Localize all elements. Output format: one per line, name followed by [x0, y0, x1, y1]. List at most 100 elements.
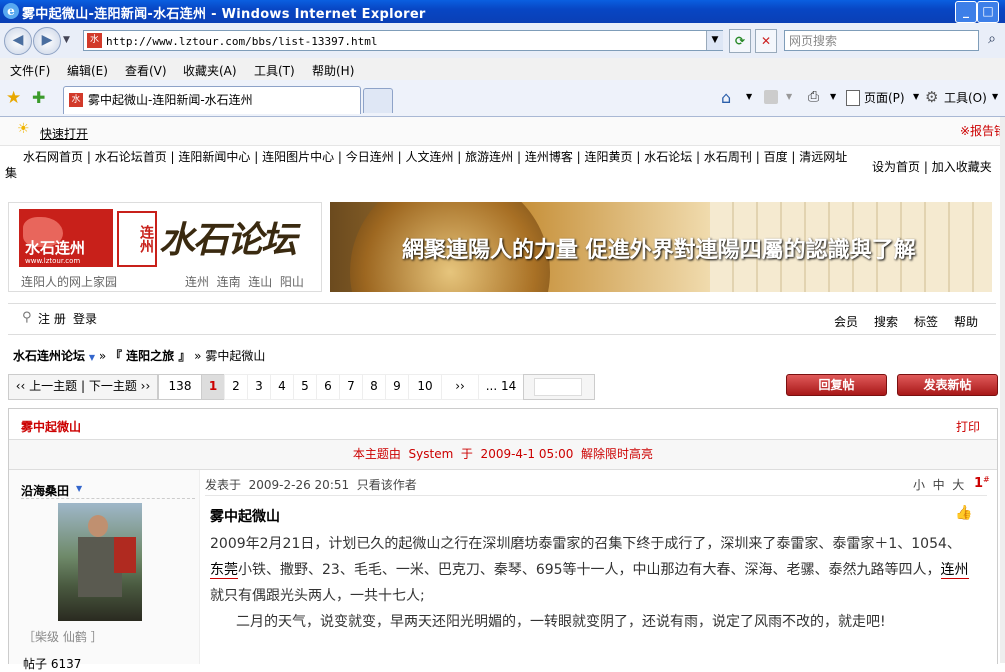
thread-container: 雾中起微山 打印 本主题由 System 于 2009-4-1 05:00 解除… [8, 408, 998, 671]
menu-file[interactable]: 文件(F) [10, 62, 50, 79]
print-icon[interactable]: ⎙ [808, 89, 819, 105]
set-home-link[interactable]: 设为首页 [872, 160, 920, 174]
search-icon[interactable]: ⌕ [982, 31, 1002, 51]
pager-page[interactable]: 4 [270, 374, 294, 400]
nav-sep: | [751, 150, 764, 164]
nav-sep: | [250, 150, 263, 164]
refresh-icon[interactable]: ⟳ [729, 29, 751, 53]
divider [205, 495, 987, 496]
new-post-button[interactable]: 发表新帖 [897, 374, 998, 396]
maximize-button[interactable]: □ [977, 1, 999, 23]
nav-sep: | [393, 150, 406, 164]
thumbs-up-icon[interactable]: 👍 [955, 505, 985, 523]
pager-page[interactable]: 10 [408, 374, 442, 400]
page-dropdown-icon[interactable]: ▼ [913, 92, 919, 101]
author-dropdown-icon[interactable]: ▼ [76, 484, 82, 493]
minimize-button[interactable]: _ [955, 1, 977, 23]
menu-tools[interactable]: 工具(T) [254, 62, 295, 79]
nav-link[interactable]: 清远网址 [799, 150, 847, 164]
nav-link[interactable]: 今日连州 [346, 150, 394, 164]
pager-page[interactable]: 2 [224, 374, 248, 400]
tab-favicon-icon: 水 [69, 93, 83, 107]
author-avatar[interactable] [58, 503, 142, 621]
font-size-switch[interactable]: 小 中 大 [913, 476, 964, 493]
new-tab-button[interactable] [363, 88, 393, 113]
print-dropdown-icon[interactable]: ▼ [830, 92, 836, 101]
prev-next-thread[interactable]: ‹‹ 上一主题 | 下一主题 ›› [8, 374, 158, 400]
pager-page[interactable]: 7 [339, 374, 363, 400]
favorites-star-icon[interactable]: ★ [6, 88, 21, 108]
breadcrumb-dropdown-icon[interactable]: ▼ [89, 353, 95, 362]
page-menu[interactable]: 页面(P) [864, 89, 905, 106]
home-dropdown-icon[interactable]: ▼ [746, 92, 752, 101]
post-link-dongguan[interactable]: 东莞 [210, 562, 238, 579]
pager-page[interactable]: 8 [362, 374, 386, 400]
author-name[interactable]: 沿海桑田 [21, 482, 69, 499]
post-meta: 发表于 2009-2-26 20:51 只看该作者 [205, 478, 417, 492]
reply-button[interactable]: 回复帖 [786, 374, 887, 396]
nav-link[interactable]: 百度 [764, 150, 788, 164]
title-bar: e 雾中起微山-连阳新闻-水石连州 - Windows Internet Exp… [0, 0, 1005, 23]
pager-next[interactable]: ›› [441, 374, 479, 400]
home-icon[interactable]: ⌂ [721, 88, 731, 107]
nav-sep: | [83, 150, 95, 164]
login-link[interactable]: 登录 [73, 310, 97, 327]
feeds-dropdown-icon[interactable]: ▼ [786, 92, 792, 101]
scrollbar[interactable] [1000, 117, 1005, 663]
menu-help[interactable]: 帮助(H) [312, 62, 354, 79]
pager-page[interactable]: 3 [247, 374, 271, 400]
breadcrumb-section[interactable]: 『 连阳之旅 』 [110, 349, 190, 363]
breadcrumb-forum[interactable]: 水石连州论坛 [13, 349, 85, 363]
site-favicon-icon: 水 [87, 33, 102, 48]
post-link-lianzhou[interactable]: 连州 [940, 562, 969, 579]
nav-sep: | [632, 150, 645, 164]
help-link[interactable]: 帮助 [954, 313, 978, 330]
nav-link[interactable]: 连阳新闻中心 [178, 150, 250, 164]
nav-link[interactable]: 人文连州 [405, 150, 453, 164]
tab-active-label: 雾中起微山-连阳新闻-水石连州 [88, 93, 253, 107]
nav-link[interactable]: 连阳黄页 [585, 150, 633, 164]
forward-button[interactable]: ▶ [33, 27, 61, 55]
window-title: 雾中起微山-连阳新闻-水石连州 - Windows Internet Explo… [22, 7, 426, 22]
pager-page[interactable]: 6 [316, 374, 340, 400]
recent-pages-dropdown-icon[interactable]: ▼ [63, 35, 70, 45]
stop-icon[interactable]: ✕ [755, 29, 777, 53]
menu-view[interactable]: 查看(V) [125, 62, 167, 79]
pager-last[interactable]: ... 14 [478, 374, 524, 400]
url-input[interactable]: http://www.lztour.com/bbs/list-13397.htm… [83, 30, 723, 51]
register-link[interactable]: 注 册 [38, 310, 66, 327]
nav-link[interactable]: 连州博客 [525, 150, 573, 164]
tools-dropdown-icon[interactable]: ▼ [992, 92, 998, 101]
author-group: ［柴级 仙鹤 ］ [23, 630, 103, 644]
nav-link[interactable]: 连阳图片中心 [262, 150, 334, 164]
nav-link[interactable]: 水石论坛 [644, 150, 692, 164]
print-link[interactable]: 打印 [956, 418, 980, 435]
nav-link[interactable]: 水石论坛首页 [95, 150, 167, 164]
tab-active[interactable]: 水 雾中起微山-连阳新闻-水石连州 [63, 86, 361, 114]
menu-favorites[interactable]: 收藏夹(A) [183, 62, 237, 79]
quick-bar: ☀ 快速打开 ※报告错 [0, 117, 1005, 146]
pager-page[interactable]: 5 [293, 374, 317, 400]
add-favorite-icon[interactable]: ✚ [32, 88, 45, 107]
url-dropdown-icon[interactable]: ▼ [706, 31, 723, 50]
members-link[interactable]: 会员 [834, 313, 858, 330]
post-text: 就只有偶跟光头两人，一共十七人; [210, 588, 425, 604]
thread-title: 雾中起微山 [21, 420, 82, 434]
search-link[interactable]: 搜索 [874, 313, 898, 330]
forum-logo[interactable]: 水石连州 www.lztour.com 连州 水石论坛 连阳人的网上家园 连州 … [8, 202, 322, 292]
search-input[interactable]: 网页搜索 [784, 30, 979, 51]
feeds-icon[interactable] [764, 90, 778, 104]
tags-link[interactable]: 标签 [914, 313, 938, 330]
add-favorite-link[interactable]: 加入收藏夹 [932, 160, 992, 174]
tools-menu[interactable]: 工具(O) [944, 89, 987, 106]
nav-link[interactable]: 水石网首页 [10, 150, 83, 164]
pager-page[interactable]: 9 [385, 374, 409, 400]
pager-jump-input[interactable] [534, 378, 582, 396]
quick-open-link[interactable]: 快速打开 [40, 125, 88, 142]
menu-edit[interactable]: 编辑(E) [67, 62, 108, 79]
ad-banner[interactable]: 網聚連陽人的力量 促進外界對連陽四屬的認識與了解 [330, 202, 992, 292]
report-error-link[interactable]: ※报告错 [960, 122, 1005, 139]
nav-link[interactable]: 水石周刊 [704, 150, 752, 164]
back-button[interactable]: ◀ [4, 27, 32, 55]
nav-link[interactable]: 旅游连州 [465, 150, 513, 164]
